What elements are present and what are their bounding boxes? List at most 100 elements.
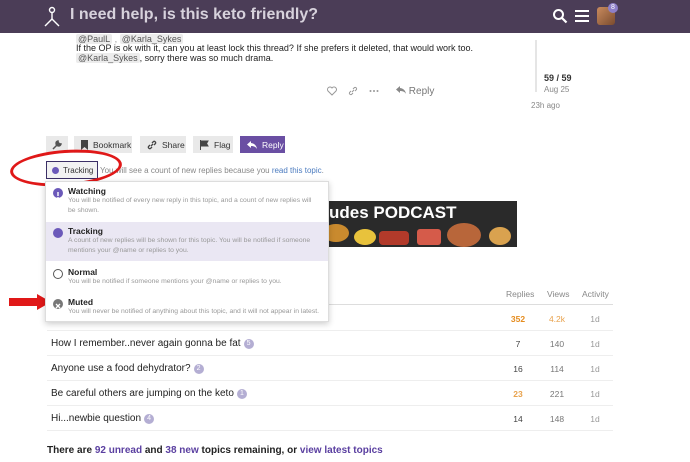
- column-header-views[interactable]: Views: [547, 289, 570, 299]
- reply-icon: [396, 86, 406, 94]
- option-title: Muted: [68, 297, 94, 307]
- description-text: .: [321, 166, 324, 175]
- topic-title[interactable]: I need help, is this keto friendly?: [70, 6, 318, 24]
- column-header-activity[interactable]: Activity: [582, 289, 609, 299]
- table-row-replies: 23: [513, 389, 523, 399]
- post-text-fragment: , sorry there was so much drama.: [139, 53, 274, 63]
- banner-food-image: [329, 224, 349, 242]
- table-row[interactable]: Hi...newbie question 4: [51, 413, 155, 424]
- view-latest-topics-link[interactable]: view latest topics: [300, 445, 383, 456]
- timeline-scroller[interactable]: [535, 40, 537, 92]
- description-text: You will see a count of new replies beca…: [100, 166, 272, 175]
- read-topic-link[interactable]: read this topic: [272, 166, 322, 175]
- post-text-line: If the OP is ok with it, can you at leas…: [76, 43, 474, 53]
- notification-level-description: You will see a count of new replies beca…: [100, 166, 324, 175]
- option-watching[interactable]: Watching You will be notified of every n…: [46, 186, 328, 222]
- footer-text: and: [142, 445, 166, 456]
- banner-food-image: [379, 231, 409, 245]
- option-description: You will be notified if someone mentions…: [68, 278, 282, 285]
- bookmark-icon: [81, 139, 88, 150]
- timeline-position: 59 / 59: [544, 73, 572, 83]
- table-row-replies: 14: [513, 414, 523, 424]
- table-row-activity[interactable]: 1d: [580, 414, 610, 424]
- flag-label: Flag: [214, 139, 231, 150]
- table-row-replies: 352: [510, 314, 526, 324]
- row-divider: [47, 355, 613, 356]
- option-description: A count of new replies will be shown for…: [68, 237, 311, 254]
- option-tracking[interactable]: Tracking A count of new replies will be …: [46, 222, 328, 261]
- reply-label: Reply: [262, 139, 284, 150]
- row-divider: [47, 380, 613, 381]
- link-icon[interactable]: [348, 86, 358, 96]
- topic-new-count[interactable]: 4: [144, 414, 155, 424]
- reply-button[interactable]: Reply: [240, 136, 285, 153]
- notification-badge[interactable]: 8: [608, 3, 618, 13]
- banner-text: udes PODCAST: [329, 203, 457, 222]
- post-text-line: @Karla_Sykes, sorry there was so much dr…: [76, 53, 273, 63]
- table-row-activity[interactable]: 1d: [580, 314, 610, 324]
- footer-text: There are: [47, 445, 95, 456]
- table-row-activity[interactable]: 1d: [580, 339, 610, 349]
- like-heart-icon[interactable]: [327, 86, 337, 96]
- new-topics-link[interactable]: 38 new: [165, 445, 198, 456]
- more-actions-icon[interactable]: [369, 86, 379, 96]
- topics-remaining-message: There are 92 unread and 38 new topics re…: [47, 445, 383, 456]
- topic-title-link[interactable]: How I remember..never again gonna be fat: [51, 338, 241, 349]
- topic-title-link[interactable]: Hi...newbie question: [51, 413, 141, 424]
- row-divider: [47, 430, 613, 431]
- site-header: I need help, is this keto friendly? 8: [0, 0, 690, 33]
- option-normal[interactable]: Normal You will be notified if someone m…: [46, 265, 328, 293]
- option-muted[interactable]: Muted You will never be notified of anyt…: [46, 295, 328, 321]
- table-row[interactable]: Anyone use a food dehydrator? 2: [51, 363, 204, 374]
- table-row-replies: 7: [515, 339, 521, 349]
- table-row[interactable]: How I remember..never again gonna be fat…: [51, 338, 254, 349]
- share-label: Share: [162, 139, 185, 150]
- search-icon[interactable]: [552, 8, 568, 24]
- muted-x-icon: [53, 299, 63, 309]
- timeline-last-activity[interactable]: 23h ago: [531, 101, 560, 110]
- post-reply-button[interactable]: Reply: [396, 86, 434, 97]
- topic-new-count[interactable]: 5: [243, 339, 254, 349]
- bookmark-label: Bookmark: [93, 139, 132, 150]
- column-header-replies[interactable]: Replies: [506, 289, 534, 299]
- option-title: Watching: [68, 186, 106, 196]
- option-description: You will be notified of every new reply …: [68, 197, 312, 214]
- table-row-activity[interactable]: 1d: [580, 389, 610, 399]
- table-row-views: 114: [550, 364, 564, 374]
- row-divider: [47, 330, 613, 331]
- reply-icon: [247, 140, 257, 149]
- table-row[interactable]: Be careful others are jumping on the ket…: [51, 388, 247, 399]
- option-description: You will never be notified of anything a…: [68, 308, 320, 315]
- flag-icon: [200, 139, 209, 150]
- tracking-dot-icon: [53, 228, 63, 238]
- banner-food-image: [354, 229, 376, 245]
- table-row-views: 140: [549, 339, 565, 349]
- banner-food-image: [417, 229, 441, 245]
- option-title: Tracking: [68, 226, 103, 236]
- flag-button[interactable]: Flag: [193, 136, 233, 153]
- podcast-banner[interactable]: udes PODCAST: [329, 201, 517, 247]
- banner-food-image: [447, 223, 481, 247]
- share-link-icon: [147, 140, 157, 149]
- hamburger-menu-icon[interactable]: [575, 8, 589, 24]
- footer-text: topics remaining, or: [198, 445, 300, 456]
- post-reply-label: Reply: [408, 86, 435, 97]
- wrench-icon: [52, 139, 62, 150]
- option-title: Normal: [68, 267, 98, 277]
- topic-new-count[interactable]: 2: [193, 364, 204, 374]
- row-divider: [47, 405, 613, 406]
- topic-title-link[interactable]: Be careful others are jumping on the ket…: [51, 388, 234, 399]
- notification-level-menu: Watching You will be notified of every n…: [45, 181, 329, 322]
- table-row-activity[interactable]: 1d: [580, 364, 610, 374]
- share-button[interactable]: Share: [140, 136, 186, 153]
- banner-food-image: [489, 227, 511, 245]
- table-row-views: 148: [549, 414, 565, 424]
- mention-link[interactable]: @Karla_Sykes: [76, 53, 140, 63]
- timeline-date: Aug 25: [544, 85, 570, 94]
- table-row-views: 221: [549, 389, 565, 399]
- unread-topics-link[interactable]: 92 unread: [95, 445, 142, 456]
- site-logo-icon[interactable]: [42, 6, 62, 28]
- topic-title-link[interactable]: Anyone use a food dehydrator?: [51, 363, 191, 374]
- normal-circle-icon: [53, 269, 63, 279]
- topic-new-count[interactable]: 1: [236, 389, 247, 399]
